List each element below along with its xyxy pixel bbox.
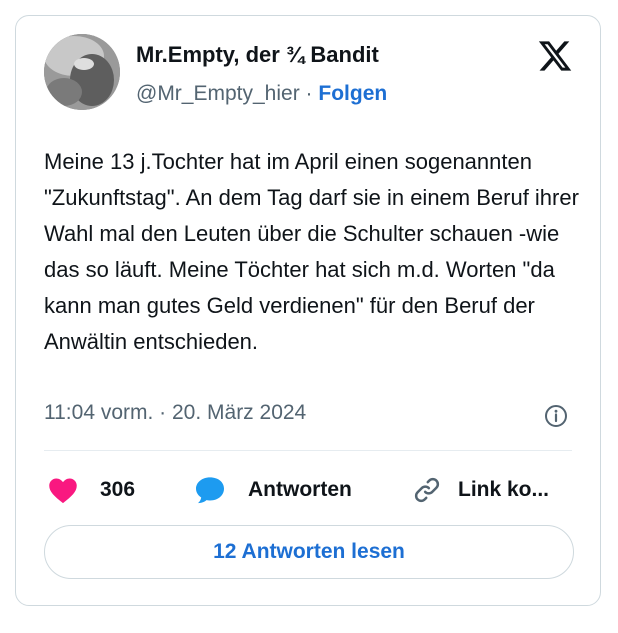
separator-dot: · [305, 82, 313, 105]
reply-bubble-icon [196, 477, 224, 504]
author-handle[interactable]: @Mr_Empty_hier [136, 82, 300, 105]
x-logo-icon[interactable] [536, 38, 574, 74]
copy-link-button[interactable]: Link ko... [412, 472, 549, 508]
author-handle-row: @Mr_Empty_hier · Folgen [136, 82, 387, 106]
avatar[interactable] [44, 34, 120, 110]
heart-icon [49, 478, 77, 504]
info-icon[interactable] [544, 404, 568, 428]
follow-button[interactable]: Folgen [318, 82, 387, 105]
avatar-image [44, 34, 120, 110]
read-replies-button[interactable]: 12 Antworten lesen [44, 525, 574, 579]
reply-button[interactable]: Antworten [194, 472, 352, 508]
link-icon [414, 477, 440, 503]
divider [44, 450, 572, 451]
like-count: 306 [100, 478, 136, 501]
like-button[interactable]: 306 [48, 472, 135, 508]
author-name[interactable]: Mr.Empty, der ¾ Bandit [136, 42, 379, 68]
reply-label: Antworten [248, 478, 352, 501]
tweet-text: Meine 13 j.Tochter hat im April einen so… [44, 149, 579, 354]
tweet-card: Mr.Empty, der ¾ Bandit @Mr_Empty_hier · … [15, 15, 601, 606]
copy-link-label: Link ko... [458, 478, 550, 501]
tweet-timestamp[interactable]: 11:04 vorm. · 20. März 2024 [44, 401, 306, 425]
